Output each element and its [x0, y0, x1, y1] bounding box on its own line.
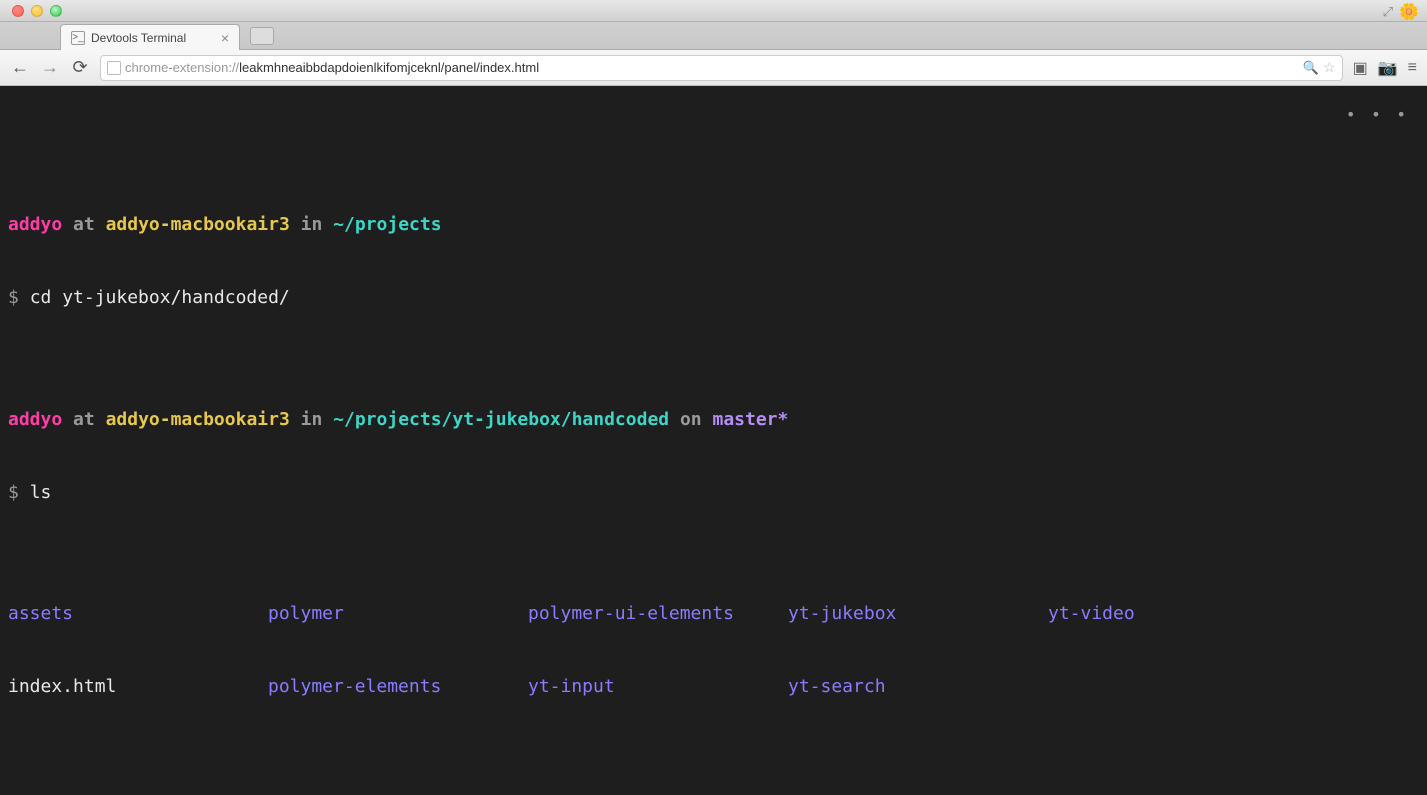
address-bar[interactable]: chrome-extension://leakmhneaibbdapdoienl… — [100, 55, 1343, 81]
ls-entry: yt-jukebox — [788, 602, 1048, 626]
terminal-menu-icon[interactable]: • • • — [1346, 104, 1409, 126]
tab-strip: >_ Devtools Terminal × — [0, 22, 1427, 50]
forward-button[interactable]: → — [40, 57, 60, 78]
bookmark-star-icon[interactable]: ☆ — [1323, 59, 1336, 76]
extension-icon[interactable]: ▣ — [1353, 58, 1368, 78]
reload-button[interactable]: ⟳ — [70, 57, 90, 78]
search-icon[interactable]: 🔍 — [1303, 60, 1319, 76]
ls-output-row: assets polymer polymer-ui-elements yt-ju… — [8, 602, 1419, 626]
page-icon — [107, 61, 121, 75]
browser-toolbar: ← → ⟳ chrome-extension://leakmhneaibbdap… — [0, 50, 1427, 86]
ls-entry — [1048, 675, 1308, 699]
browser-tab[interactable]: >_ Devtools Terminal × — [60, 24, 240, 50]
ls-output-row: index.html polymer-elements yt-input yt-… — [8, 675, 1419, 699]
window-titlebar: ⤢ 🌼 — [0, 0, 1427, 22]
flower-icon: 🌼 — [1399, 2, 1419, 22]
traffic-lights — [12, 5, 62, 17]
camera-extension-icon[interactable]: 📷 — [1378, 58, 1398, 78]
ls-entry: index.html — [8, 675, 268, 699]
tab-favicon-icon: >_ — [71, 31, 85, 45]
command-line: $ ls — [8, 481, 1419, 505]
prompt-line: addyo at addyo-macbookair3 in ~/projects… — [8, 408, 1419, 432]
fullscreen-icon[interactable]: ⤢ — [1383, 4, 1393, 20]
back-button[interactable]: ← — [10, 57, 30, 78]
ls-entry: yt-video — [1048, 602, 1308, 626]
command-line: $ cd yt-jukebox/handcoded/ — [8, 286, 1419, 310]
tab-title: Devtools Terminal — [91, 31, 186, 45]
new-tab-button[interactable] — [250, 27, 274, 45]
zoom-window-button[interactable] — [50, 5, 62, 17]
ls-entry: polymer-ui-elements — [528, 602, 788, 626]
ls-entry: yt-search — [788, 675, 1048, 699]
minimize-window-button[interactable] — [31, 5, 43, 17]
prompt-line: addyo at addyo-macbookair3 in ~/projects — [8, 213, 1419, 237]
terminal-viewport[interactable]: • • • addyo at addyo-macbookair3 in ~/pr… — [0, 86, 1427, 795]
chrome-menu-icon[interactable]: ≡ — [1408, 59, 1417, 77]
ls-entry: polymer — [268, 602, 528, 626]
url-text: chrome-extension://leakmhneaibbdapdoienl… — [125, 60, 1299, 75]
ls-entry: assets — [8, 602, 268, 626]
tab-close-icon[interactable]: × — [221, 30, 229, 46]
close-window-button[interactable] — [12, 5, 24, 17]
ls-entry: polymer-elements — [268, 675, 528, 699]
ls-entry: yt-input — [528, 675, 788, 699]
